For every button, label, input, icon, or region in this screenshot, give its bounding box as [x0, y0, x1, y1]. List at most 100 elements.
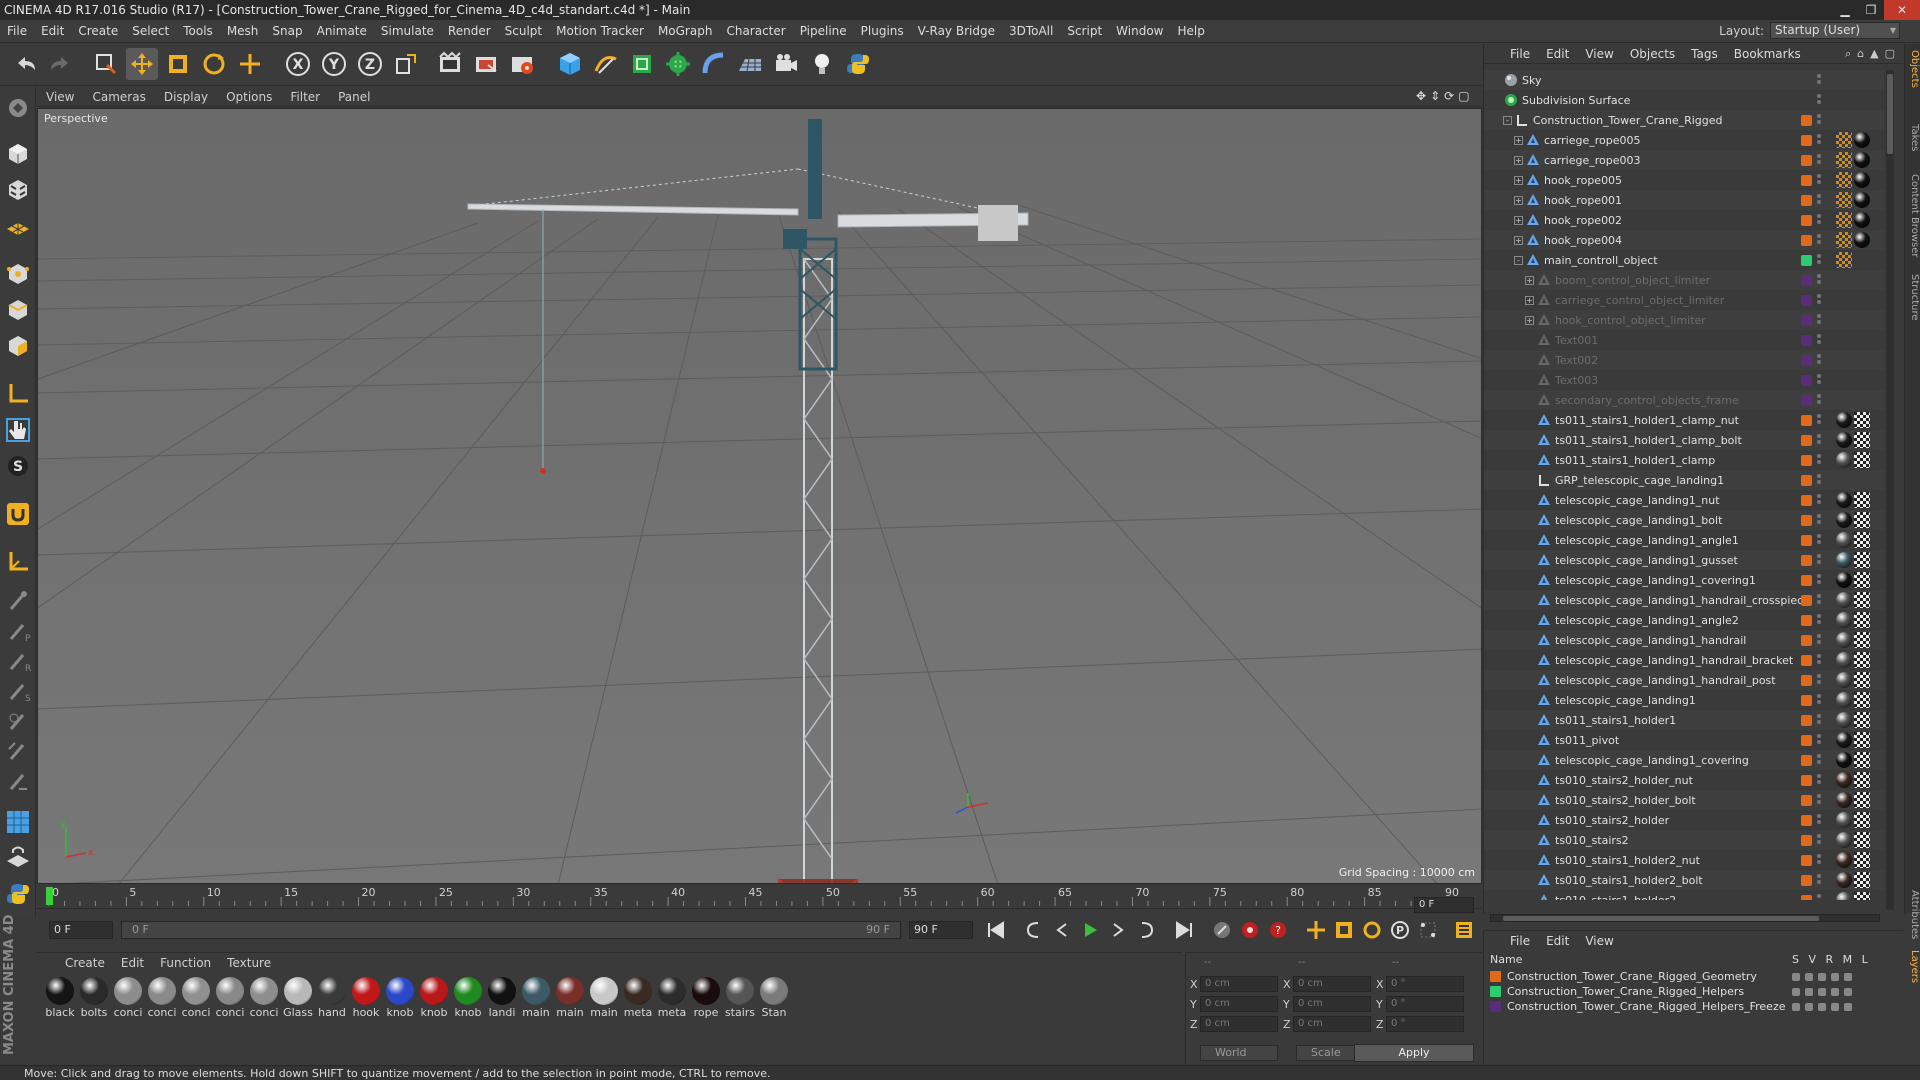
- material-item[interactable]: black: [43, 977, 77, 1019]
- object-row[interactable]: ts011_stairs1_holder1_clamp: [1484, 450, 1884, 470]
- material-tag-icon[interactable]: [1836, 872, 1852, 888]
- object-row[interactable]: ts011_stairs1_holder1_clamp_nut: [1484, 410, 1884, 430]
- material-item[interactable]: knob: [417, 977, 451, 1019]
- size-y-field[interactable]: 0 cm: [1293, 996, 1371, 1012]
- timeline-window-icon[interactable]: [1451, 917, 1477, 943]
- expand-icon[interactable]: +: [1514, 215, 1523, 225]
- texture-tag-icon[interactable]: [1854, 852, 1870, 868]
- layer-color-swatch[interactable]: [1801, 354, 1812, 366]
- visibility-toggle-icon[interactable]: [1817, 472, 1823, 488]
- menu-pipeline[interactable]: Pipeline: [793, 24, 854, 38]
- material-item[interactable]: meta: [621, 977, 655, 1019]
- visibility-toggle-icon[interactable]: [1817, 72, 1823, 88]
- expression-tag-icon[interactable]: [1836, 232, 1852, 248]
- expression-tag-icon[interactable]: [1836, 192, 1852, 208]
- layer-color-swatch[interactable]: [1801, 134, 1812, 146]
- workplane-icon[interactable]: [3, 211, 33, 241]
- visibility-toggle-icon[interactable]: [1817, 892, 1823, 900]
- object-row[interactable]: telescopic_cage_landing1: [1484, 690, 1884, 710]
- texture-tag-icon[interactable]: [1854, 692, 1870, 708]
- layer-color-swatch[interactable]: [1801, 774, 1812, 786]
- visibility-toggle-icon[interactable]: [1817, 192, 1823, 208]
- move-tool-icon[interactable]: [126, 48, 158, 80]
- layer-color-swatch[interactable]: [1801, 174, 1812, 186]
- axis-mode-icon[interactable]: [3, 379, 33, 409]
- solo-icon[interactable]: [1792, 987, 1800, 996]
- menu-mograph[interactable]: MoGraph: [651, 24, 720, 38]
- solo-icon[interactable]: [1792, 972, 1800, 981]
- material-tag-icon[interactable]: [1836, 492, 1852, 508]
- visibility-toggle-icon[interactable]: [1817, 332, 1823, 348]
- material-tag-icon[interactable]: [1836, 652, 1852, 668]
- viewport-menu-cameras[interactable]: Cameras: [83, 90, 154, 104]
- keyframe-selection-icon[interactable]: ?: [1265, 917, 1291, 943]
- layer-color-swatch[interactable]: [1801, 114, 1812, 126]
- material-tag-icon[interactable]: [1836, 572, 1852, 588]
- x-axis-icon[interactable]: X: [282, 48, 314, 80]
- object-menu-bookmarks[interactable]: Bookmarks: [1726, 47, 1809, 61]
- layer-color-swatch[interactable]: [1490, 986, 1501, 997]
- expand-icon[interactable]: +: [1514, 195, 1523, 205]
- visibility-toggle-icon[interactable]: [1817, 772, 1823, 788]
- layer-color-swatch[interactable]: [1801, 234, 1812, 246]
- visibility-toggle-icon[interactable]: [1817, 652, 1823, 668]
- material-tag-icon[interactable]: [1854, 232, 1870, 248]
- magnet-icon[interactable]: [3, 499, 33, 529]
- render-icon[interactable]: [1818, 987, 1826, 996]
- texture-tag-icon[interactable]: [1854, 672, 1870, 688]
- viewport-maximize-icon[interactable]: ▢: [1458, 89, 1469, 103]
- previous-frame-icon[interactable]: [1049, 917, 1075, 943]
- material-item[interactable]: conci: [145, 977, 179, 1019]
- layer-color-swatch[interactable]: [1801, 314, 1812, 326]
- visibility-toggle-icon[interactable]: [1817, 512, 1823, 528]
- script-python-icon[interactable]: [3, 879, 33, 909]
- layer-color-swatch[interactable]: [1801, 254, 1812, 266]
- material-item[interactable]: knob: [451, 977, 485, 1019]
- position-z-field[interactable]: 0 cm: [1200, 1016, 1278, 1032]
- object-row[interactable]: telescopic_cage_landing1_angle1: [1484, 530, 1884, 550]
- layer-color-swatch[interactable]: [1801, 214, 1812, 226]
- material-item[interactable]: main: [519, 977, 553, 1019]
- material-tag-icon[interactable]: [1854, 132, 1870, 148]
- object-row[interactable]: telescopic_cage_landing1_handrail_crossp…: [1484, 590, 1884, 610]
- solo-icon[interactable]: [1792, 1002, 1800, 1011]
- grid-checker-icon[interactable]: [3, 807, 33, 837]
- material-tag-icon[interactable]: [1836, 852, 1852, 868]
- layer-menu-view[interactable]: View: [1577, 934, 1621, 948]
- menu-simulate[interactable]: Simulate: [374, 24, 441, 38]
- visibility-toggle-icon[interactable]: [1817, 252, 1823, 268]
- material-tag-icon[interactable]: [1836, 632, 1852, 648]
- object-row[interactable]: telescopic_cage_landing1_nut: [1484, 490, 1884, 510]
- expression-tag-icon[interactable]: [1836, 152, 1852, 168]
- menu-snap[interactable]: Snap: [265, 24, 309, 38]
- expand-icon[interactable]: +: [1514, 155, 1523, 165]
- material-tag-icon[interactable]: [1836, 712, 1852, 728]
- snap-icon[interactable]: S: [3, 451, 33, 481]
- texture-tag-icon[interactable]: [1854, 592, 1870, 608]
- expand-icon[interactable]: +: [1514, 235, 1523, 245]
- texture-tag-icon[interactable]: [1854, 572, 1870, 588]
- layer-color-swatch[interactable]: [1801, 834, 1812, 846]
- make-editable-icon[interactable]: [3, 93, 33, 123]
- material-tag-icon[interactable]: [1836, 452, 1852, 468]
- layer-flags-icons[interactable]: [1792, 1002, 1852, 1011]
- object-row[interactable]: ts010_stairs2_holder_nut: [1484, 770, 1884, 790]
- visibility-toggle-icon[interactable]: [1817, 352, 1823, 368]
- object-manager-horizontal-scrollbar[interactable]: [1490, 914, 1880, 922]
- material-item[interactable]: conci: [213, 977, 247, 1019]
- timeline-ruler[interactable]: 0 5 10 15 20 25 30 35 40 45 50 55 60 65 70 75 80 85 90: [37, 885, 1482, 907]
- object-row[interactable]: ts011_stairs1_holder1: [1484, 710, 1884, 730]
- layer-flags-icons[interactable]: [1792, 987, 1852, 996]
- polygons-mode-icon[interactable]: [3, 331, 33, 361]
- layer-color-swatch[interactable]: [1801, 334, 1812, 346]
- viewport-menu-filter[interactable]: Filter: [281, 90, 329, 104]
- object-row[interactable]: + hook_rope002: [1484, 210, 1884, 230]
- visibility-toggle-icon[interactable]: [1817, 552, 1823, 568]
- brush-tool-2-icon[interactable]: P: [3, 617, 33, 647]
- layer-menu-file[interactable]: File: [1502, 934, 1538, 948]
- object-menu-tags[interactable]: Tags: [1683, 47, 1726, 61]
- parameter-key-icon[interactable]: P: [1387, 917, 1413, 943]
- layer-color-swatch[interactable]: [1490, 1001, 1501, 1012]
- python-icon[interactable]: [842, 48, 874, 80]
- layer-color-swatch[interactable]: [1801, 614, 1812, 626]
